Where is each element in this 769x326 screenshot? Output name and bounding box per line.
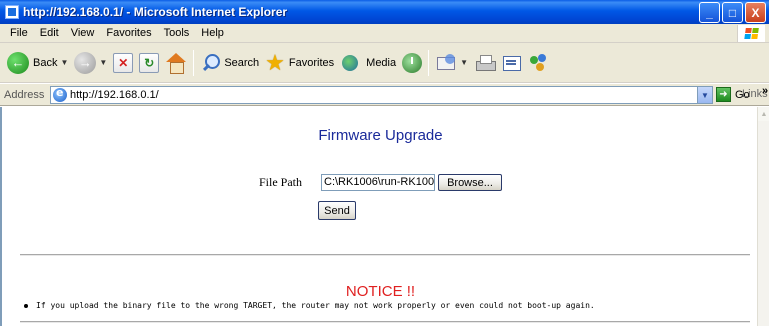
window-titlebar[interactable]: http://192.168.0.1/ - Microsoft Internet…	[0, 0, 769, 24]
menu-tools[interactable]: Tools	[158, 27, 196, 39]
address-bar: Address http://192.168.0.1/ ▼ ➜ Go Links…	[0, 84, 769, 106]
menu-edit[interactable]: Edit	[34, 27, 65, 39]
notice-title: NOTICE !!	[345, 283, 416, 300]
bullet-icon	[24, 303, 28, 308]
file-path-input[interactable]: C:\RK1006\run-RK1006-	[321, 174, 435, 191]
menu-file[interactable]: File	[4, 27, 34, 39]
forward-arrow-icon: →	[74, 51, 97, 74]
address-input[interactable]: http://192.168.0.1/ ▼	[50, 86, 713, 104]
minimize-button[interactable]: _	[699, 2, 720, 23]
messenger-button[interactable]	[525, 47, 553, 79]
back-label: Back	[33, 56, 58, 69]
file-path-label: File Path	[259, 175, 303, 189]
mail-icon	[435, 53, 457, 72]
scroll-up-icon[interactable]: ▲	[758, 107, 769, 121]
page-content: Firmware Upgrade File Path C:\RK1006\run…	[0, 107, 757, 326]
messenger-icon	[528, 53, 550, 73]
divider	[20, 254, 750, 256]
favorites-button[interactable]: ★ Favorites	[262, 47, 337, 79]
forward-button[interactable]: → ▼	[71, 47, 110, 79]
history-icon	[402, 52, 423, 73]
back-arrow-icon: ←	[7, 51, 29, 74]
mail-button[interactable]: ▼	[432, 47, 471, 79]
print-button[interactable]	[471, 47, 499, 79]
search-label: Search	[224, 56, 260, 69]
media-button[interactable]: Media	[337, 47, 399, 79]
send-button[interactable]: Send	[318, 201, 356, 220]
edit-icon	[502, 54, 522, 72]
home-button[interactable]	[162, 47, 190, 79]
favorites-label: Favorites	[288, 56, 335, 69]
notice-text: If you upload the binary file to the wro…	[36, 301, 595, 310]
address-label: Address	[4, 88, 45, 101]
address-dropdown-icon[interactable]: ▼	[697, 87, 712, 103]
refresh-button[interactable]: ↻	[136, 47, 162, 79]
chevron-down-icon[interactable]: ▼	[60, 58, 68, 67]
toolbar-separator	[428, 49, 430, 76]
browse-button[interactable]: Browse...	[438, 174, 502, 191]
media-icon	[340, 53, 362, 73]
search-button[interactable]: Search	[197, 47, 262, 79]
links-chevron-icon[interactable]: »	[762, 85, 768, 97]
vertical-scrollbar[interactable]: ▲	[757, 107, 769, 326]
go-arrow-icon: ➜	[716, 87, 731, 102]
maximize-button[interactable]: □	[722, 2, 743, 23]
print-icon	[474, 54, 497, 72]
menu-help[interactable]: Help	[195, 27, 230, 39]
media-label: Media	[366, 56, 397, 69]
divider	[20, 321, 750, 323]
chevron-down-icon[interactable]: ▼	[99, 58, 107, 67]
history-button[interactable]	[399, 47, 425, 79]
notice-list-item: If you upload the binary file to the wro…	[24, 301, 595, 310]
stop-icon: ✕	[113, 52, 134, 73]
stop-button[interactable]: ✕	[110, 47, 136, 79]
edit-button[interactable]	[499, 47, 525, 79]
menu-favorites[interactable]: Favorites	[100, 27, 157, 39]
address-url[interactable]: http://192.168.0.1/	[70, 89, 159, 101]
standard-toolbar: ← Back ▼ → ▼ ✕ ↻ Search ★ Favorites Medi…	[0, 43, 769, 83]
close-button[interactable]: X	[745, 2, 766, 23]
chevron-down-icon[interactable]: ▼	[460, 58, 468, 67]
windows-flag-icon	[737, 25, 765, 42]
ie-page-icon	[5, 5, 19, 19]
toolbar-separator	[193, 49, 195, 76]
window-title: http://192.168.0.1/ - Microsoft Internet…	[23, 5, 288, 19]
back-button[interactable]: ← Back ▼	[4, 47, 71, 79]
refresh-icon: ↻	[139, 52, 160, 73]
ie-page-icon	[53, 86, 67, 102]
home-icon	[165, 52, 187, 74]
window-controls: _ □ X	[699, 2, 766, 23]
menu-bar: File Edit View Favorites Tools Help	[0, 24, 769, 43]
page-title: Firmware Upgrade	[318, 127, 443, 144]
favorites-star-icon: ★	[265, 49, 285, 75]
search-icon	[200, 53, 221, 73]
menu-view[interactable]: View	[65, 27, 101, 39]
